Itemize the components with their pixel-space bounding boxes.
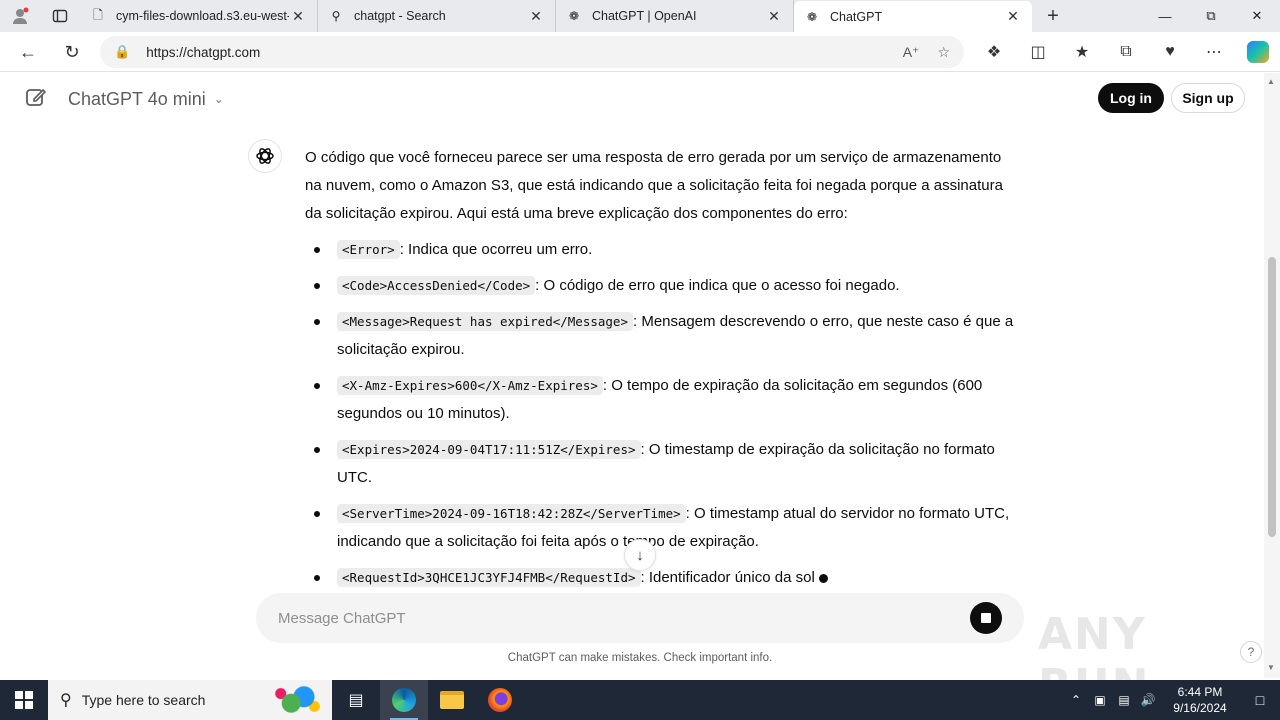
typing-indicator xyxy=(818,573,828,583)
item-text: : Indica que ocorreu um erro. xyxy=(399,241,593,258)
tab-title: chatgpt - Search xyxy=(354,9,446,23)
list-item: <Code>AccessDenied</Code>: O código de e… xyxy=(305,272,1015,300)
edge-taskbar-icon[interactable] xyxy=(380,680,428,720)
close-tab-icon[interactable]: ✕ xyxy=(527,8,545,25)
meet-now-icon[interactable]: ▣ xyxy=(1088,680,1112,720)
stop-generating-button[interactable] xyxy=(970,602,1002,634)
inline-code: <Expires>2024-09-04T17:11:51Z</Expires> xyxy=(337,440,641,459)
close-tab-icon[interactable]: ✕ xyxy=(289,8,307,25)
more-menu-icon[interactable]: ⋯ xyxy=(1192,32,1236,72)
browser-essentials-icon[interactable]: ♥ xyxy=(1148,32,1192,72)
help-button[interactable]: ? xyxy=(1240,641,1262,663)
openai-logo-icon xyxy=(248,139,282,173)
chevron-up-icon[interactable]: ⌃ xyxy=(1064,680,1088,720)
clock-time: 6:44 PM xyxy=(1177,685,1223,699)
browser-tab-strip: 🗋 cym-files-download.s3.eu-west- ✕ ⚲ chatgpt… xyxy=(0,0,1280,32)
tab-title: ChatGPT xyxy=(830,9,883,24)
tab-title: ChatGPT | OpenAI xyxy=(592,9,697,23)
browser-tab-3[interactable]: ❁ ChatGPT ✕ xyxy=(794,1,1032,32)
windows-logo-icon xyxy=(15,691,33,709)
restore-button[interactable]: ⧉ xyxy=(1188,0,1234,32)
browser-tab-0[interactable]: 🗋 cym-files-download.s3.eu-west- ✕ xyxy=(80,0,318,32)
scroll-down-arrow-icon[interactable]: ▼ xyxy=(1267,663,1275,672)
inline-code: <ServerTime>2024-09-16T18:42:28Z</Server… xyxy=(337,504,686,523)
message-input[interactable] xyxy=(278,609,970,627)
network-icon[interactable]: ▤ xyxy=(1112,680,1136,720)
address-bar[interactable]: 🔒 https://chatgpt.com A⁺ ☆ xyxy=(100,36,964,68)
task-view-icon[interactable]: ▤ xyxy=(332,680,380,720)
list-item: <Error>: Indica que ocorreu um erro. xyxy=(305,236,1015,264)
address-toolbar: ← ↻ 🔒 https://chatgpt.com A⁺ ☆ ❖ ◫ ★ ⧉ ♥… xyxy=(0,32,1280,72)
new-chat-icon[interactable] xyxy=(24,85,48,109)
close-tab-icon[interactable]: ✕ xyxy=(765,8,783,25)
read-aloud-icon[interactable]: A⁺ xyxy=(903,44,920,61)
close-window-button[interactable]: ✕ xyxy=(1234,0,1280,32)
minimize-button[interactable]: — xyxy=(1142,0,1188,32)
assistant-message: O código que você forneceu parece ser um… xyxy=(305,144,1015,600)
model-label: ChatGPT 4o mini xyxy=(68,88,206,109)
close-tab-icon[interactable]: ✕ xyxy=(1004,8,1022,25)
message-intro: O código que você forneceu parece ser um… xyxy=(305,149,1003,222)
search-highlight-icon xyxy=(268,684,326,716)
favorite-star-icon[interactable]: ☆ xyxy=(937,44,950,61)
system-tray: ⌃ ▣ ▤ 🔊 6:44 PM 9/16/2024 □ xyxy=(1064,680,1280,720)
document-icon: 🗋 xyxy=(93,7,103,22)
taskbar-clock[interactable]: 6:44 PM 9/16/2024 xyxy=(1160,684,1240,716)
page-scrollbar[interactable]: ▲ ▼ xyxy=(1264,73,1280,678)
tab-title: cym-files-download.s3.eu-west- xyxy=(116,9,289,23)
file-explorer-icon[interactable] xyxy=(428,680,476,720)
inline-code: <Code>AccessDenied</Code> xyxy=(337,276,536,295)
volume-icon[interactable]: 🔊 xyxy=(1136,680,1160,720)
signup-button[interactable]: Sign up xyxy=(1171,83,1245,113)
chatgpt-page: ChatGPT 4o mini ⌄ Log in Sign up O códig… xyxy=(0,73,1264,711)
scroll-down-button[interactable]: ↓ xyxy=(624,539,656,571)
notifications-icon[interactable]: □ xyxy=(1240,680,1280,720)
list-item: <Message>Request has expired</Message>: … xyxy=(305,308,1015,364)
firefox-icon[interactable] xyxy=(476,680,524,720)
item-text: : O código de erro que indica que o aces… xyxy=(535,277,900,294)
search-icon: ⚲ xyxy=(60,692,72,709)
taskbar-search[interactable]: ⚲ Type here to search xyxy=(48,680,332,720)
stop-icon xyxy=(981,613,991,623)
openai-icon: ❁ xyxy=(568,9,580,23)
scroll-up-arrow-icon[interactable]: ▲ xyxy=(1267,77,1275,86)
inline-code: <Message>Request has expired</Message> xyxy=(337,312,633,331)
back-button[interactable]: ← xyxy=(7,32,49,72)
message-composer xyxy=(256,593,1024,643)
login-button[interactable]: Log in xyxy=(1098,83,1164,113)
windows-taskbar: ⚲ Type here to search ▤ ⌃ ▣ ▤ 🔊 6:44 PM … xyxy=(0,680,1280,720)
browser-tab-1[interactable]: ⚲ chatgpt - Search ✕ xyxy=(318,0,556,32)
taskbar-search-placeholder: Type here to search xyxy=(81,692,206,708)
chevron-down-icon: ⌄ xyxy=(213,92,224,106)
chat-header: ChatGPT 4o mini ⌄ Log in Sign up xyxy=(0,73,1264,123)
copilot-icon[interactable] xyxy=(1236,32,1280,72)
list-item: <X-Amz-Expires>600</X-Amz-Expires>: O te… xyxy=(305,372,1015,428)
profile-icon[interactable] xyxy=(0,0,40,32)
url-text[interactable]: https://chatgpt.com xyxy=(146,45,885,60)
inline-code: <X-Amz-Expires>600</X-Amz-Expires> xyxy=(337,376,603,395)
refresh-button[interactable]: ↻ xyxy=(51,32,93,72)
search-icon: ⚲ xyxy=(331,9,341,23)
split-screen-icon[interactable]: ◫ xyxy=(1016,32,1060,72)
lock-icon[interactable]: 🔒 xyxy=(114,44,130,60)
collections-icon[interactable]: ⧉ xyxy=(1104,32,1148,72)
favorites-icon[interactable]: ★ xyxy=(1060,32,1104,72)
clock-date: 9/16/2024 xyxy=(1173,701,1227,715)
list-item: <Expires>2024-09-04T17:11:51Z</Expires>:… xyxy=(305,436,1015,492)
extensions-icon[interactable]: ❖ xyxy=(972,32,1016,72)
model-selector[interactable]: ChatGPT 4o mini ⌄ xyxy=(68,87,224,111)
browser-tab-2[interactable]: ❁ ChatGPT | OpenAI ✕ xyxy=(556,0,794,32)
inline-code: <Error> xyxy=(337,240,400,259)
start-button[interactable] xyxy=(0,680,48,720)
list-item: <ServerTime>2024-09-16T18:42:28Z</Server… xyxy=(305,500,1015,556)
scroll-thumb[interactable] xyxy=(1268,257,1276,537)
new-tab-button[interactable]: + xyxy=(1032,0,1074,32)
error-components-list: <Error>: Indica que ocorreu um erro. <Cod… xyxy=(305,236,1015,592)
openai-icon: ❁ xyxy=(806,9,818,24)
tab-actions-icon[interactable] xyxy=(40,0,80,32)
